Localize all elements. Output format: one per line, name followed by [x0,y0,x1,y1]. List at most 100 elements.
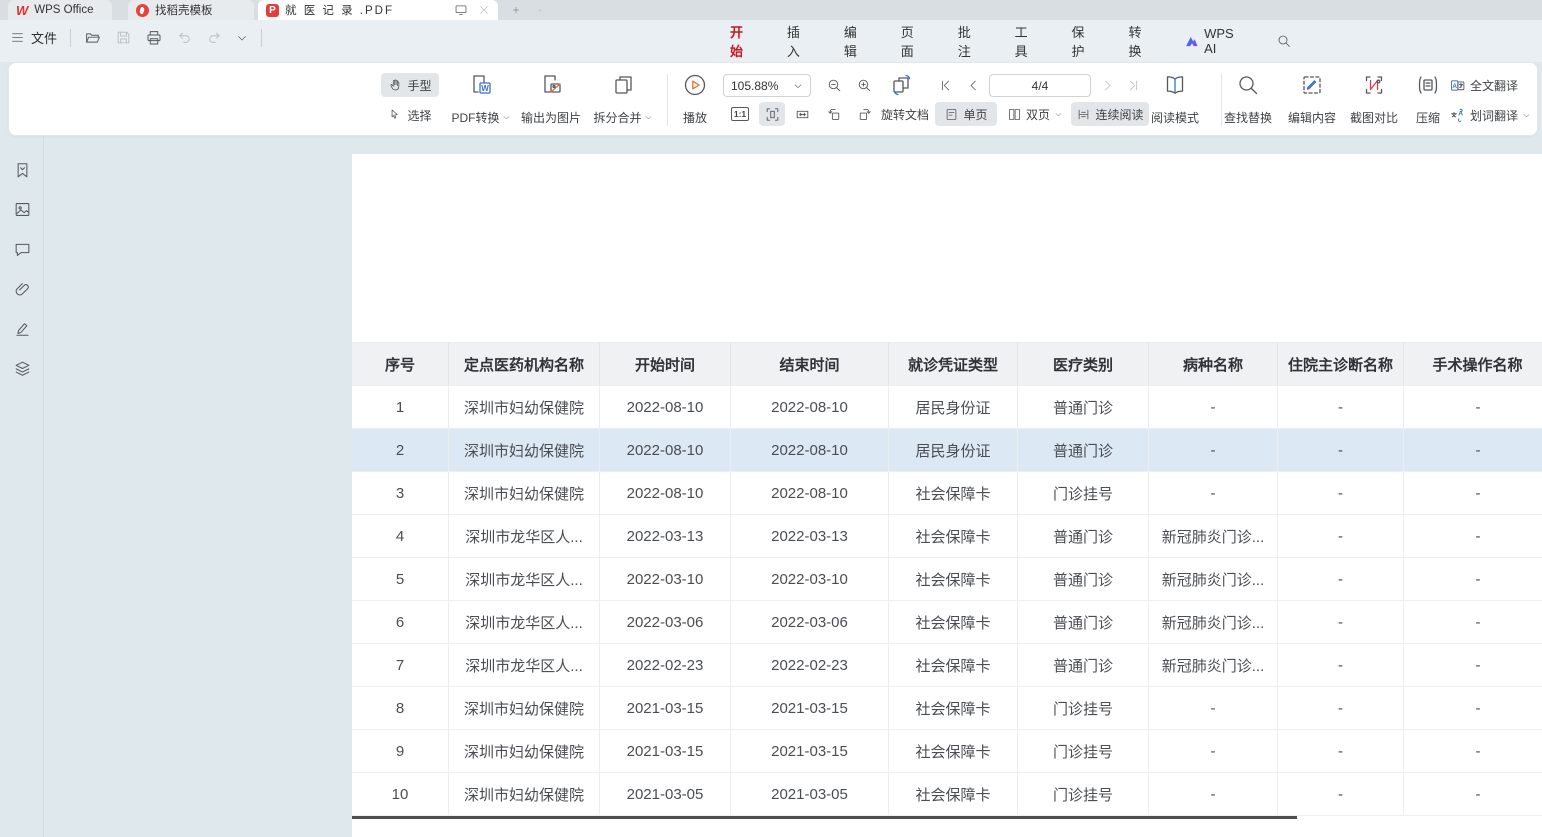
menu-convert[interactable]: 转换 [1126,18,1154,64]
menu-tools[interactable]: 工具 [1013,18,1041,64]
thumbnail-icon[interactable] [8,195,36,223]
wps-logo-icon: W [16,3,28,18]
menu-protect[interactable]: 保护 [1070,18,1098,64]
table-cell: 2022-03-10 [731,558,889,601]
menu-page[interactable]: 页面 [899,18,927,64]
tab-docer[interactable]: 找稻壳模板 [128,0,254,20]
pdf-convert-button[interactable]: W PDF转换 [443,70,519,130]
attachment-icon[interactable] [8,275,36,303]
cursor-icon [388,108,403,123]
table-cell: 社会保障卡 [889,558,1018,601]
rotate-right-button[interactable] [851,102,877,126]
page-number-input[interactable] [989,74,1091,97]
menu-wps-ai[interactable]: WPS AI [1183,22,1247,60]
tab-document[interactable]: P 就 医 记 录 .PDF [258,0,498,20]
zoom-level-combo[interactable]: 105.88% [723,74,811,97]
table-row[interactable]: 10深圳市妇幼保健院2021-03-052021-03-05社会保障卡门诊挂号-… [352,773,1542,816]
fit-page-button[interactable] [759,102,785,126]
first-page-button[interactable] [933,73,957,97]
split-merge-button[interactable]: 拆分合并 [581,70,665,130]
prev-page-button[interactable] [961,73,985,97]
table-row[interactable]: 5深圳市龙华区人...2022-03-102022-03-10社会保障卡普通门诊… [352,558,1542,601]
table-row[interactable]: 3深圳市妇幼保健院2022-08-102022-08-10社会保障卡门诊挂号--… [352,472,1542,515]
open-file-icon[interactable] [84,29,102,47]
menu-edit[interactable]: 编辑 [842,18,870,64]
menu-home[interactable]: 开始 [728,18,756,64]
fulltext-translate-button[interactable]: A 全文翻译 [1449,73,1541,97]
tab-wps-office[interactable]: W WPS Office [8,0,112,20]
table-row[interactable]: 6深圳市龙华区人...2022-03-062022-03-06社会保障卡普通门诊… [352,601,1542,644]
zoom-out-button[interactable] [821,73,847,97]
table-cell: - [1278,687,1404,730]
next-page-icon [1100,78,1115,93]
rotate-document-button[interactable]: 旋转文档 [875,102,935,126]
zoom-level-value: 105.88% [731,79,778,93]
left-sidebar [0,136,44,837]
column-header: 病种名称 [1149,342,1278,386]
word-translate-button[interactable]: A 划词翻译 [1449,103,1542,127]
table-row[interactable]: 9深圳市妇幼保健院2021-03-152021-03-15社会保障卡门诊挂号--… [352,730,1542,773]
file-menu-button[interactable]: 文件 [10,28,57,47]
table-row[interactable]: 7深圳市龙华区人...2022-02-232022-02-23社会保障卡普通门诊… [352,644,1542,687]
fulltext-translate-label: 全文翻译 [1470,77,1518,94]
select-tool-button[interactable]: 选择 [381,103,439,127]
continuous-read-button[interactable]: 连续阅读 [1071,102,1149,126]
screen-share-icon[interactable] [454,3,468,17]
table-row[interactable]: 8深圳市妇幼保健院2021-03-152021-03-15社会保障卡门诊挂号--… [352,687,1542,730]
find-replace-button[interactable]: 查找替换 [1216,70,1280,130]
bookmark-icon[interactable] [8,156,36,184]
table-row[interactable]: 4深圳市龙华区人...2022-03-132022-03-13社会保障卡普通门诊… [352,515,1542,558]
table-row[interactable]: 2深圳市妇幼保健院2022-08-102022-08-10居民身份证普通门诊--… [352,429,1542,472]
tab-list-chevron-icon[interactable] [530,0,550,20]
document-canvas[interactable]: 序号定点医药机构名称开始时间结束时间就诊凭证类型医疗类别病种名称住院主诊断名称手… [44,136,1542,837]
save-icon[interactable] [115,29,132,46]
next-page-button[interactable] [1095,73,1119,97]
layers-icon[interactable] [8,354,36,382]
select-tool-label: 选择 [407,107,431,124]
continuous-read-icon [1076,107,1091,122]
table-cell: - [1404,730,1542,773]
double-page-button[interactable]: 双页 [1001,102,1069,126]
undo-icon[interactable] [176,29,193,46]
table-cell: 1 [352,386,449,429]
compress-button[interactable]: 压缩 [1407,70,1449,130]
document-page: 序号定点医药机构名称开始时间结束时间就诊凭证类型医疗类别病种名称住院主诊断名称手… [352,154,1542,837]
svg-text:A: A [1458,110,1463,117]
table-cell: - [1278,515,1404,558]
records-table: 序号定点医药机构名称开始时间结束时间就诊凭证类型医疗类别病种名称住院主诊断名称手… [352,342,1542,816]
table-row[interactable]: 1深圳市妇幼保健院2022-08-102022-08-10居民身份证普通门诊--… [352,386,1542,429]
single-page-button[interactable]: 单页 [935,102,997,126]
menu-annotate[interactable]: 批注 [956,18,984,64]
menu-search-icon[interactable] [1276,33,1292,49]
table-cell: 普通门诊 [1018,558,1149,601]
new-tab-button[interactable] [504,0,528,20]
rotate-left-button[interactable] [821,102,847,126]
edit-content-label: 编辑内容 [1288,109,1336,126]
tab-document-label: 就 医 记 录 .PDF [285,2,394,18]
quickbar-chevron-icon[interactable] [236,32,248,44]
fit-width-icon [794,106,811,123]
rotate-pages-button[interactable] [887,73,917,97]
print-icon[interactable] [145,29,163,47]
first-page-icon [938,78,953,93]
table-cell: 门诊挂号 [1018,773,1149,816]
comment-icon[interactable] [8,235,36,263]
close-tab-icon[interactable] [478,4,490,16]
redo-icon[interactable] [206,29,223,46]
play-button[interactable]: 播放 [673,70,717,130]
last-page-button[interactable] [1121,73,1145,97]
table-cell: - [1404,687,1542,730]
read-mode-button[interactable]: 阅读模式 [1144,70,1206,130]
screenshot-compare-button[interactable]: 截图对比 [1343,70,1405,130]
table-cell: 门诊挂号 [1018,472,1149,515]
signature-pen-icon[interactable] [8,314,36,342]
edit-content-button[interactable]: 编辑内容 [1281,70,1343,130]
toolbar: 手型 选择 W PDF转换 输出为图片 拆分合并 [8,62,1538,136]
menu-insert[interactable]: 插入 [785,18,813,64]
fit-width-button[interactable] [789,102,815,126]
table-cell: 深圳市龙华区人... [449,515,600,558]
hand-tool-button[interactable]: 手型 [381,73,439,97]
zoom-in-button[interactable] [851,73,877,97]
actual-size-button[interactable]: 1:1 [727,102,753,126]
continuous-read-label: 连续阅读 [1095,106,1143,123]
